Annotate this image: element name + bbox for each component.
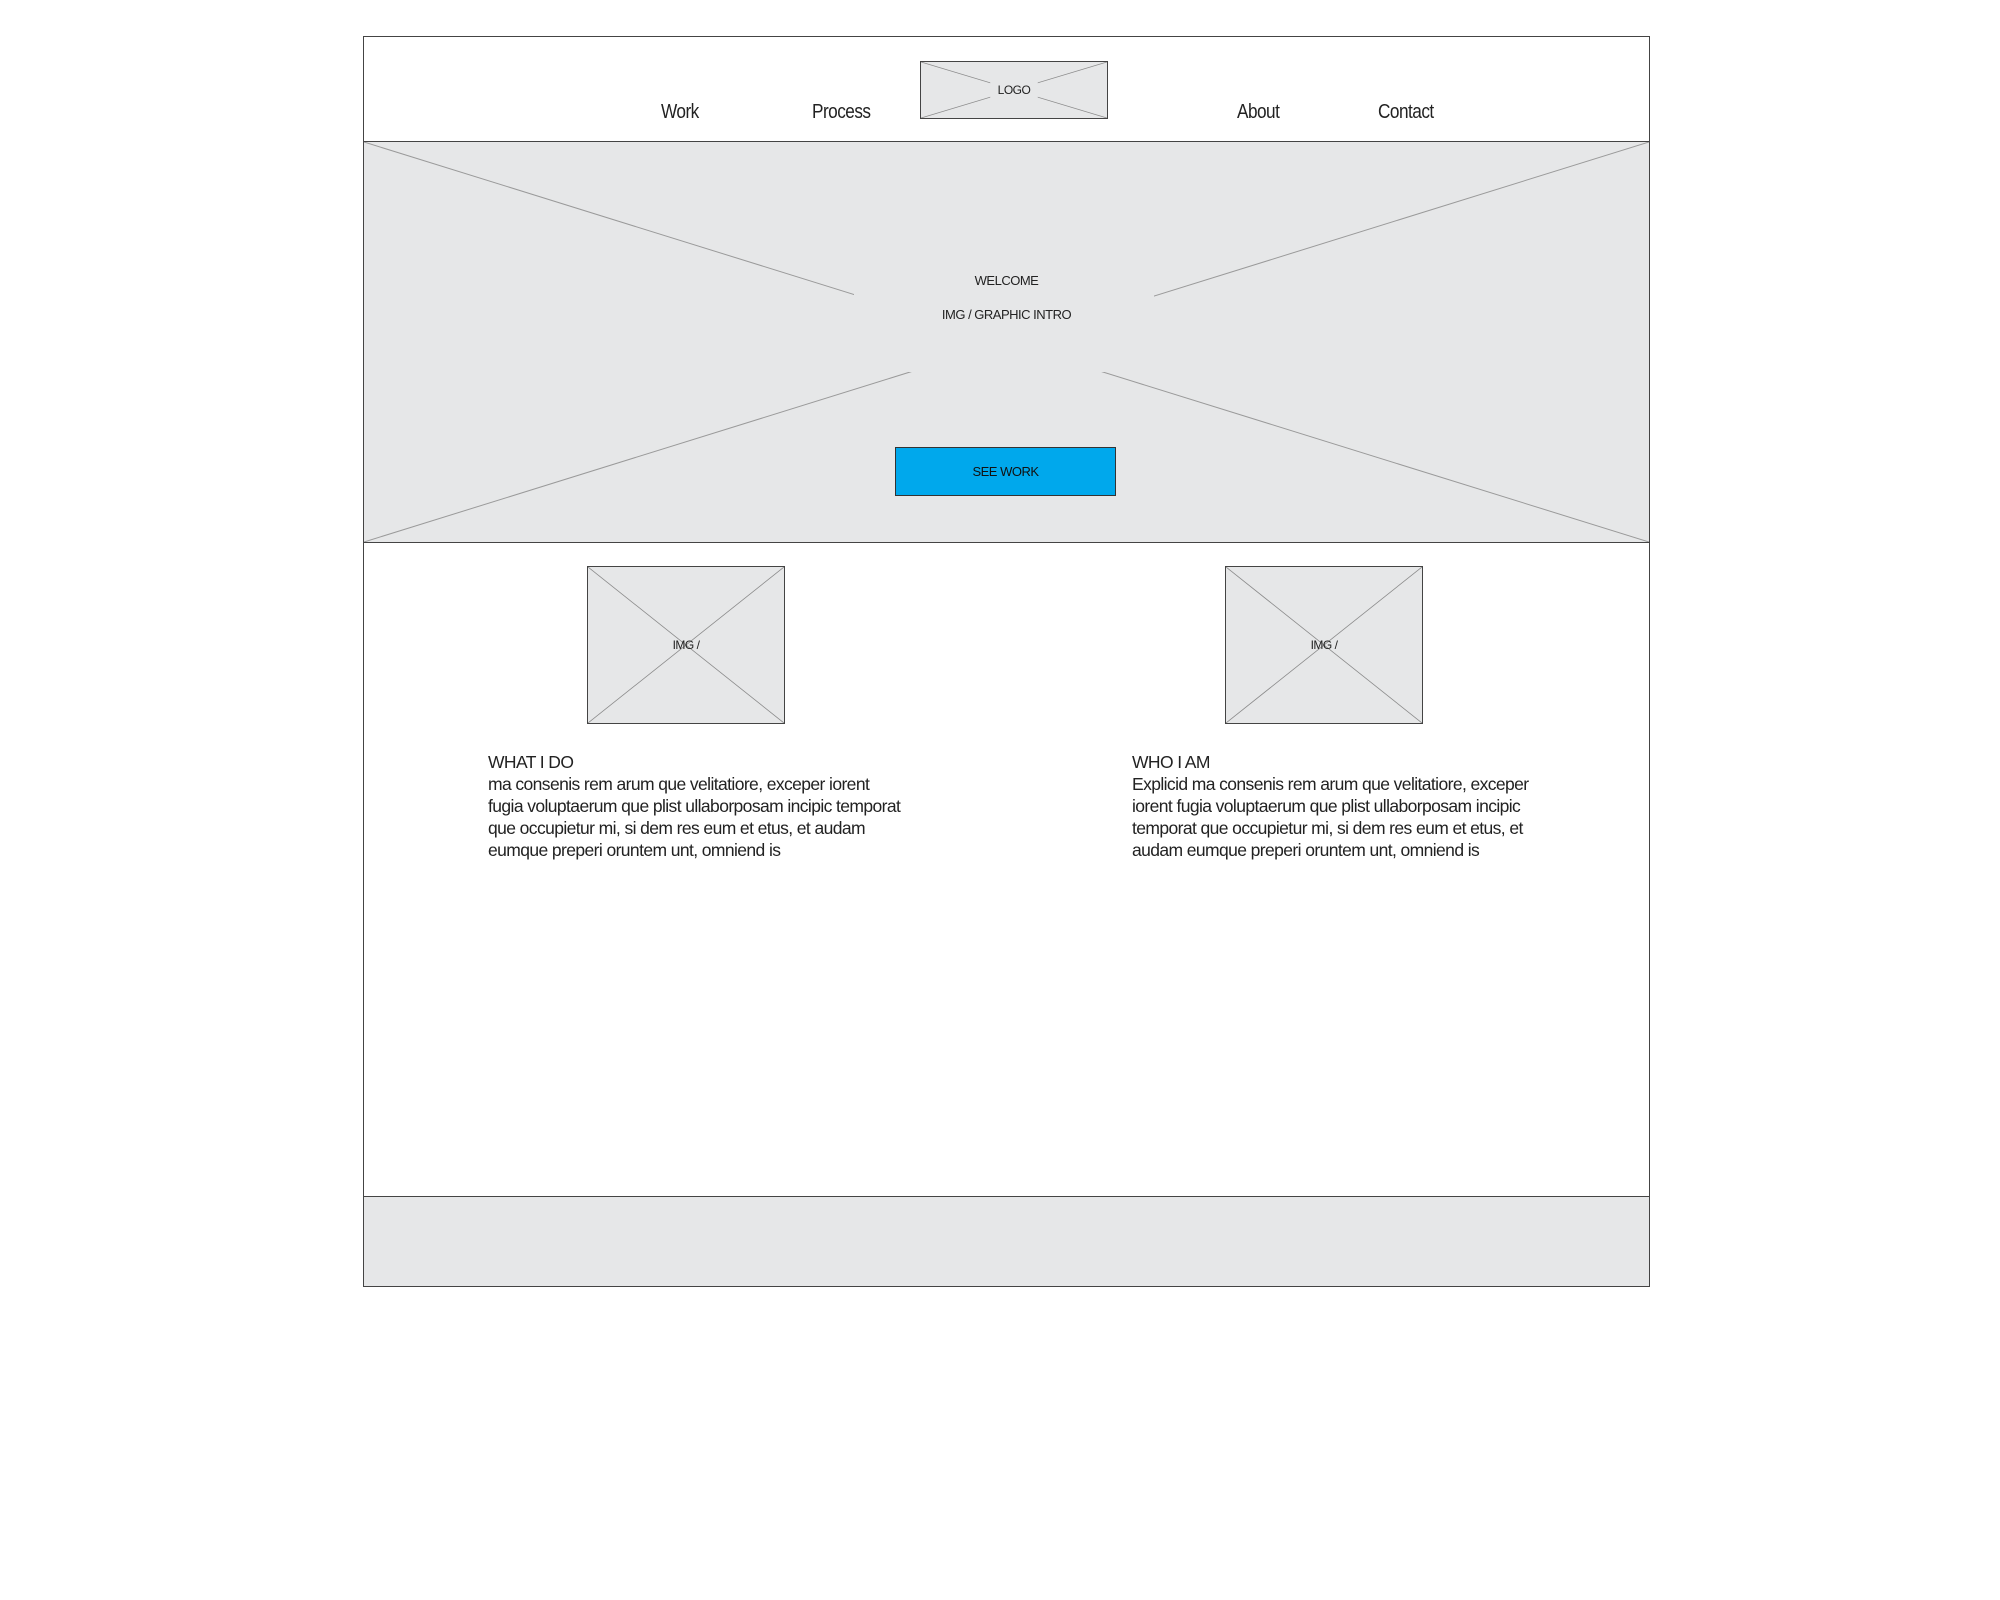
nav-link-about[interactable]: About	[1237, 101, 1280, 124]
hero-intro-text: IMG / GRAPHIC INTRO	[941, 307, 1072, 322]
section-heading: WHAT I DO	[488, 752, 574, 772]
who-i-am-image-placeholder: IMG /	[1225, 566, 1423, 724]
site-header: Work Process LOGO About Contact	[364, 37, 1649, 142]
page-frame: Work Process LOGO About Contact WELCOME …	[363, 36, 1650, 1287]
hero-welcome-text: WELCOME	[974, 273, 1039, 288]
site-footer	[364, 1196, 1649, 1286]
image-label: IMG /	[1310, 638, 1338, 652]
what-i-do-section: WHAT I DO ma consenis rem arum que velit…	[488, 751, 908, 861]
section-body: Explicid ma consenis rem arum que velita…	[1132, 774, 1529, 860]
who-i-am-section: WHO I AM Explicid ma consenis rem arum q…	[1132, 751, 1552, 861]
see-work-button[interactable]: SEE WORK	[895, 447, 1116, 496]
what-i-do-image-placeholder: IMG /	[587, 566, 785, 724]
nav-link-work[interactable]: Work	[661, 101, 699, 124]
hero-image-placeholder: WELCOME IMG / GRAPHIC INTRO SEE WORK	[364, 142, 1649, 543]
section-body: ma consenis rem arum que velitatiore, ex…	[488, 774, 901, 860]
nav-link-contact[interactable]: Contact	[1378, 101, 1434, 124]
section-heading: WHO I AM	[1132, 752, 1210, 772]
image-label: IMG /	[672, 638, 700, 652]
logo-label: LOGO	[997, 83, 1031, 97]
nav-link-process[interactable]: Process	[812, 101, 871, 124]
logo-placeholder[interactable]: LOGO	[920, 61, 1108, 119]
